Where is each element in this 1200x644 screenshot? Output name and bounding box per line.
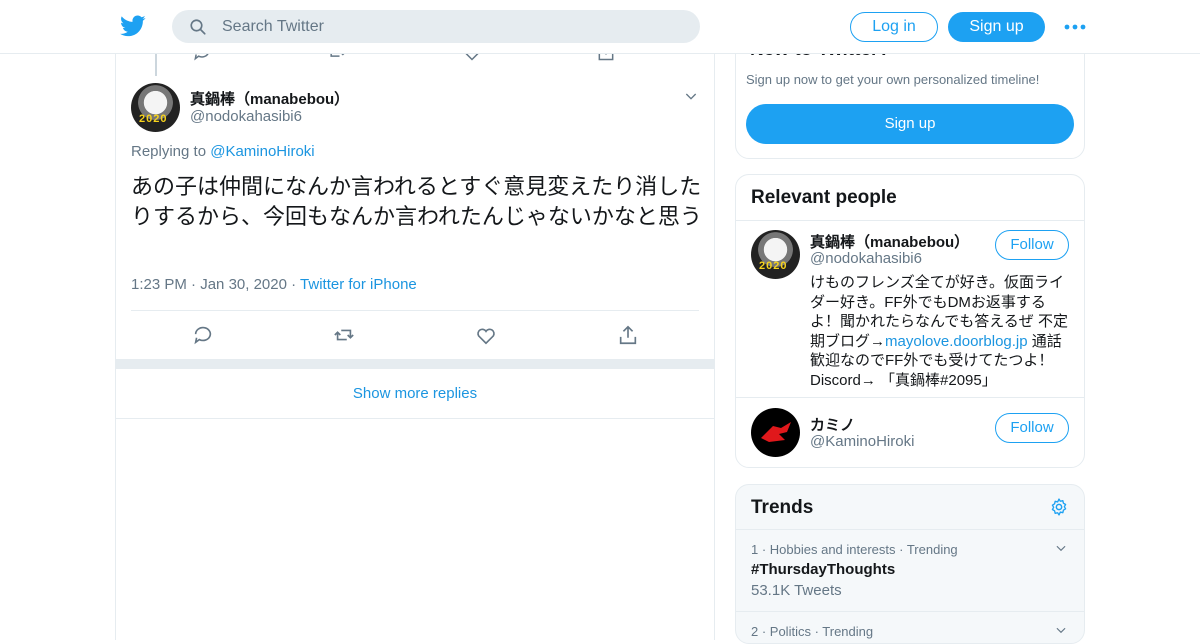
follow-button[interactable]: Follow	[995, 413, 1069, 443]
retweet-icon[interactable]	[333, 324, 355, 346]
person-bio: けものフレンズ全てが好き。仮面ライダー好き。FF外でもDMお返事するよ！聞かれた…	[810, 274, 1068, 389]
tweet-handle[interactable]: @nodokahasibi6	[190, 108, 302, 125]
replying-to-link[interactable]: @KaminoHiroki	[210, 143, 314, 160]
bio-link[interactable]: mayolove.doorblog.jp	[885, 333, 1028, 350]
trend-meta: 1 · Hobbies and interests · Trending	[751, 542, 958, 557]
person-name[interactable]: 真鍋棒（manabebou）	[810, 231, 969, 252]
divider	[131, 310, 699, 311]
trend-meta: 2 · Politics · Trending	[751, 624, 874, 639]
more-dots-icon[interactable]	[1063, 18, 1087, 36]
top-bar: Search Twitter Log in Sign up	[0, 0, 1200, 54]
signup-button[interactable]: Sign up	[746, 104, 1074, 144]
follow-button[interactable]: Follow	[995, 230, 1069, 260]
avatar[interactable]: 2020	[131, 83, 180, 132]
search-bar[interactable]: Search Twitter	[172, 10, 700, 43]
gear-icon[interactable]	[1049, 497, 1069, 517]
like-icon[interactable]	[475, 324, 497, 346]
person-handle[interactable]: @nodokahasibi6	[810, 250, 922, 267]
tweet-meta: 1:23 PM · Jan 30, 2020 · Twitter for iPh…	[131, 276, 417, 293]
person-name[interactable]: カミノ	[810, 414, 855, 435]
login-button[interactable]: Log in	[850, 12, 938, 42]
twitter-bird-icon[interactable]	[120, 13, 146, 39]
thread-separator	[116, 359, 714, 369]
card-title: Relevant people	[751, 187, 897, 208]
reply-icon[interactable]	[192, 324, 214, 346]
card-subtitle: Sign up now to get your own personalized…	[746, 72, 1040, 87]
person-handle[interactable]: @KaminoHiroki	[810, 433, 914, 450]
signup-button[interactable]: Sign up	[948, 12, 1045, 42]
tweet-text: あの子は仲間になんか言われるとすぐ意見変えたり消したりするから、今回もなんか言わ…	[131, 174, 702, 229]
divider	[736, 611, 1084, 612]
divider	[736, 397, 1084, 398]
conversation-column: 2020 真鍋棒（manabebou） @nodokahasibi6 Reply…	[115, 40, 715, 640]
tweet-display-name[interactable]: 真鍋棒（manabebou）	[190, 88, 349, 109]
avatar[interactable]: 2020	[751, 230, 800, 279]
share-icon[interactable]	[617, 324, 639, 346]
divider	[736, 220, 1084, 221]
card-title: Trends	[751, 497, 814, 518]
replying-to: Replying to @KaminoHiroki	[131, 143, 315, 160]
chevron-down-icon[interactable]	[1054, 623, 1068, 637]
tweet-time[interactable]: 1:23 PM	[131, 276, 187, 293]
avatar[interactable]	[751, 408, 800, 457]
divider	[736, 529, 1084, 530]
tweet-date[interactable]: Jan 30, 2020	[200, 276, 287, 293]
trends-card: Trends 1 · Hobbies and interests · Trend…	[735, 484, 1085, 644]
tweet-actions	[116, 324, 714, 348]
relevant-people-card: Relevant people 2020 真鍋棒（manabebou） @nod…	[735, 174, 1085, 468]
chevron-down-icon[interactable]	[1054, 541, 1068, 555]
chevron-down-icon[interactable]	[683, 88, 699, 104]
search-icon	[190, 19, 206, 35]
tweet-source[interactable]: Twitter for iPhone	[300, 276, 417, 293]
search-input[interactable]: Search Twitter	[222, 18, 324, 36]
trend-count: 53.1K Tweets	[751, 582, 842, 599]
show-more-replies-button[interactable]: Show more replies	[116, 369, 714, 419]
trend-name[interactable]: #ThursdayThoughts	[751, 561, 895, 578]
